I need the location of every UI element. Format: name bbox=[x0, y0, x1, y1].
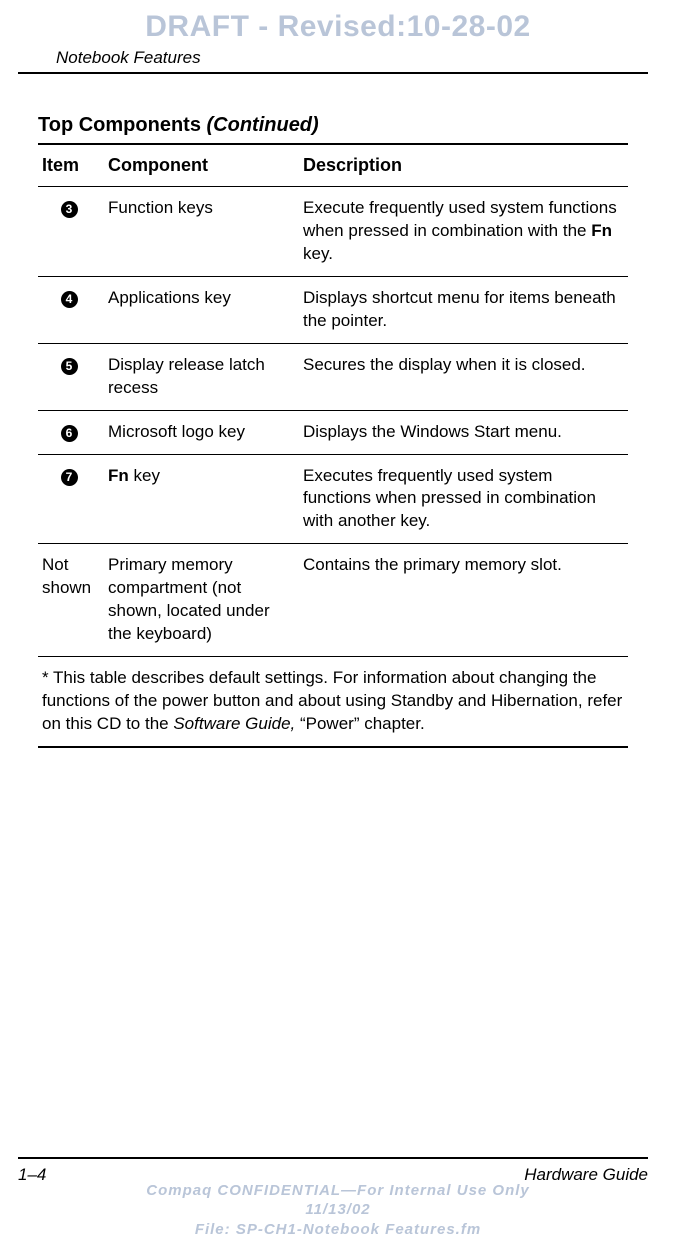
component-text: key bbox=[129, 466, 160, 485]
footnote-cell: * This table describes default settings.… bbox=[38, 657, 628, 747]
confidential-date: 11/13/02 bbox=[0, 1200, 676, 1220]
desc-bold: Fn bbox=[591, 221, 612, 240]
table-row: 3 Function keys Execute frequently used … bbox=[38, 187, 628, 277]
cell-item: 4 bbox=[38, 276, 108, 343]
cell-component: Primary memory compartment (not shown, l… bbox=[108, 544, 303, 657]
cell-description: Displays shortcut menu for items beneath… bbox=[303, 276, 628, 343]
cell-component: Applications key bbox=[108, 276, 303, 343]
cell-description: Contains the primary memory slot. bbox=[303, 544, 628, 657]
cell-item: 6 bbox=[38, 410, 108, 454]
footnote-italic: Software Guide, bbox=[173, 714, 295, 733]
circled-number-icon: 3 bbox=[61, 201, 78, 218]
confidential-file: File: SP-CH1-Notebook Features.fm bbox=[0, 1220, 676, 1240]
table-row: Not shown Primary memory compartment (no… bbox=[38, 544, 628, 657]
cell-item: Not shown bbox=[38, 544, 108, 657]
circled-number-icon: 6 bbox=[61, 425, 78, 442]
cell-description: Secures the display when it is closed. bbox=[303, 343, 628, 410]
cell-component: Fn key bbox=[108, 454, 303, 544]
table-row: 4 Applications key Displays shortcut men… bbox=[38, 276, 628, 343]
page-header: Notebook Features bbox=[18, 48, 648, 74]
col-header-description: Description bbox=[303, 145, 628, 187]
table-header-row: Item Component Description bbox=[38, 145, 628, 187]
table-title-main: Top Components bbox=[38, 114, 207, 136]
cell-description: Displays the Windows Start menu. bbox=[303, 410, 628, 454]
cell-description: Executes frequently used system function… bbox=[303, 454, 628, 544]
confidential-watermark-bottom: Compaq CONFIDENTIAL—For Internal Use Onl… bbox=[0, 1181, 676, 1240]
main-content: Top Components (Continued) Item Componen… bbox=[0, 74, 676, 748]
cell-item: 7 bbox=[38, 454, 108, 544]
cell-description: Execute frequently used system functions… bbox=[303, 187, 628, 277]
component-bold: Fn bbox=[108, 466, 129, 485]
circled-number-icon: 5 bbox=[61, 358, 78, 375]
draft-watermark-top: DRAFT - Revised:10-28-02 bbox=[0, 0, 676, 48]
col-header-item: Item bbox=[38, 145, 108, 187]
cell-component: Function keys bbox=[108, 187, 303, 277]
cell-item: 5 bbox=[38, 343, 108, 410]
table-row: 6 Microsoft logo key Displays the Window… bbox=[38, 410, 628, 454]
table-row: 7 Fn key Executes frequently used system… bbox=[38, 454, 628, 544]
table-footnote-row: * This table describes default settings.… bbox=[38, 657, 628, 747]
cell-component: Microsoft logo key bbox=[108, 410, 303, 454]
circled-number-icon: 4 bbox=[61, 291, 78, 308]
circled-number-icon: 7 bbox=[61, 469, 78, 486]
footnote-text: “Power” chapter. bbox=[295, 714, 424, 733]
components-table: Item Component Description 3 Function ke… bbox=[38, 145, 628, 748]
confidential-line: Compaq CONFIDENTIAL—For Internal Use Onl… bbox=[0, 1181, 676, 1201]
cell-component: Display release latch recess bbox=[108, 343, 303, 410]
table-title-continued: (Continued) bbox=[207, 114, 319, 136]
desc-text: Execute frequently used system functions… bbox=[303, 198, 617, 240]
cell-item: 3 bbox=[38, 187, 108, 277]
desc-text: key. bbox=[303, 244, 333, 263]
table-title: Top Components (Continued) bbox=[38, 114, 628, 145]
table-row: 5 Display release latch recess Secures t… bbox=[38, 343, 628, 410]
col-header-component: Component bbox=[108, 145, 303, 187]
